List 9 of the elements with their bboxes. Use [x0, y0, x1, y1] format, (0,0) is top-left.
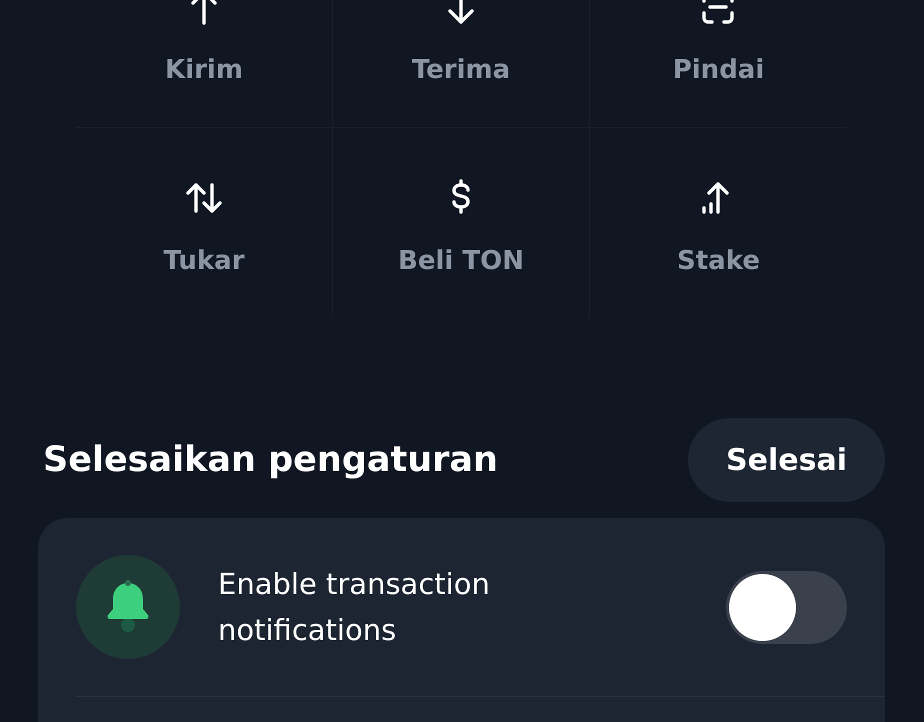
action-button[interactable]: Tukar: [163, 128, 245, 318]
setting-label: Enable transaction notifications: [218, 566, 491, 649]
done-button[interactable]: Selesai: [688, 418, 885, 502]
action-button[interactable]: Kirim: [165, 0, 243, 127]
action-button[interactable]: Beli TON: [398, 128, 524, 318]
action-button[interactable]: Stake: [677, 128, 760, 318]
section-title: Selesaikan pengaturan: [43, 440, 498, 480]
action-button[interactable]: Terima: [412, 0, 510, 127]
action-button[interactable]: Pindai: [672, 0, 764, 127]
